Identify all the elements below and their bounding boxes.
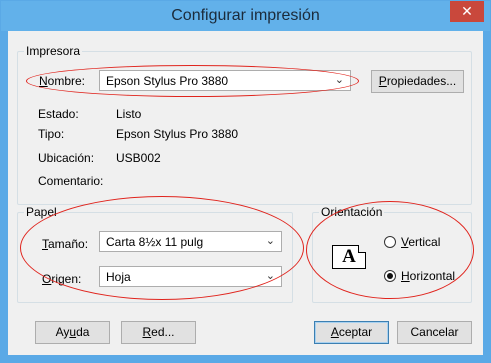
chevron-down-icon: ⌄ xyxy=(265,270,275,282)
title-bar[interactable]: Configurar impresión ✕ xyxy=(1,1,490,31)
chevron-down-icon: ⌄ xyxy=(334,74,344,86)
paper-group-label: Papel xyxy=(24,205,59,219)
paper-source-label: Origen: xyxy=(42,272,82,286)
printer-name-value: Epson Stylus Pro 3880 xyxy=(106,74,229,88)
print-setup-dialog: Configurar impresión ✕ Impresora Nombre:… xyxy=(0,0,491,363)
status-label: Estado: xyxy=(38,107,79,121)
cancel-button[interactable]: Cancelar xyxy=(397,321,472,344)
type-label: Tipo: xyxy=(38,127,65,141)
horizontal-radio-label[interactable]: Horizontal xyxy=(401,269,455,283)
close-button[interactable]: ✕ xyxy=(450,1,484,22)
properties-button[interactable]: Propiedades... xyxy=(371,70,464,93)
location-value: USB002 xyxy=(116,151,161,165)
status-value: Listo xyxy=(116,107,142,121)
orientation-group-label: Orientación xyxy=(319,205,385,219)
chevron-down-icon: ⌄ xyxy=(265,235,275,247)
dialog-title: Configurar impresión xyxy=(171,7,320,24)
paper-size-combobox[interactable]: Carta 8½x 11 pulg ⌄ xyxy=(99,231,282,252)
dialog-body: Impresora Nombre: Epson Stylus Pro 3880 … xyxy=(8,31,483,355)
paper-size-value: Carta 8½x 11 pulg xyxy=(106,235,204,249)
network-button[interactable]: Red... xyxy=(121,321,196,344)
help-button[interactable]: Ayuda xyxy=(35,321,110,344)
printer-name-label: Nombre: xyxy=(39,74,86,88)
paper-groupbox: Papel xyxy=(17,205,293,303)
ok-button[interactable]: Aceptar xyxy=(314,321,389,344)
comment-label: Comentario: xyxy=(38,174,104,188)
paper-source-combobox[interactable]: Hoja ⌄ xyxy=(99,266,282,287)
printer-name-combobox[interactable]: Epson Stylus Pro 3880 ⌄ xyxy=(99,70,351,91)
vertical-radio[interactable] xyxy=(384,236,396,248)
page-orientation-icon: A xyxy=(332,245,366,269)
printer-group-label: Impresora xyxy=(24,44,83,58)
paper-source-value: Hoja xyxy=(106,270,131,284)
horizontal-radio[interactable] xyxy=(384,270,396,282)
location-label: Ubicación: xyxy=(38,151,95,165)
paper-size-label: Tamaño: xyxy=(42,237,89,251)
vertical-radio-label[interactable]: Vertical xyxy=(401,235,440,249)
type-value: Epson Stylus Pro 3880 xyxy=(116,127,239,141)
